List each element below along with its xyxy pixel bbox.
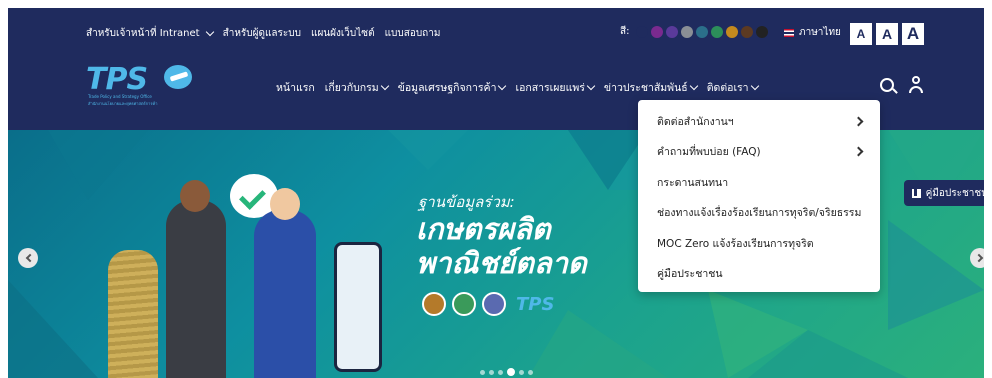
sitemap-link[interactable]: แผนผังเว็บไซต์ [311,26,375,41]
carousel-dot[interactable] [480,369,485,375]
chevron-right-icon [974,253,983,263]
sitemap-link-label: แผนผังเว็บไซต์ [311,28,375,39]
color-swatch[interactable] [711,25,724,38]
menu-item-label: ติดต่อสำนักงานฯ [657,115,734,128]
menu-item-label: กระดานสนทนา [657,176,729,189]
color-swatch[interactable] [651,25,664,38]
nav-item-label: ข้อมูลเศรษฐกิจการค้า [397,82,497,94]
tpso-logo[interactable]: TPS Trade Policy and Strategy Office สำน… [84,62,212,112]
businessman-head [270,188,300,220]
user-icon-body [909,86,923,93]
user-icon[interactable] [908,76,924,94]
color-swatch[interactable] [741,25,754,38]
page: สำหรับเจ้าหน้าที่ Intranet สำหรับผู้ดูแล… [8,8,984,378]
chevron-down-icon [750,81,759,91]
chevron-down-icon [498,81,507,91]
chevron-right-icon [853,146,864,157]
intranet-link-label: สำหรับเจ้าหน้าที่ Intranet [86,28,200,39]
logo-thai-name: สำนักงานนโยบายและยุทธศาสตร์การค้า [88,101,158,106]
survey-link[interactable]: แบบสอบถาม [385,26,441,41]
color-label: สี: [620,26,630,37]
nav-item-label: หน้าแรก [276,82,315,94]
color-swatch[interactable] [666,25,679,38]
font-size-large-button[interactable]: A [902,23,924,45]
color-swatch[interactable] [636,25,649,38]
nav-item-news[interactable]: ข่าวประชาสัมพันธ์ [603,79,698,96]
intranet-link[interactable]: สำหรับเจ้าหน้าที่ Intranet [86,26,214,41]
seal-logo [482,292,506,316]
survey-link-label: แบบสอบถาม [384,28,441,39]
menu-item-faq[interactable]: คำถามที่พบบ่อย (FAQ) [638,137,880,168]
menu-item-label: MOC Zero แจ้งร้องเรียนการทุจริต [657,237,814,250]
farmer-figure [166,200,226,378]
search-icon[interactable] [880,78,894,92]
chevron-left-icon [25,253,34,263]
carousel-dot[interactable] [507,368,515,376]
contact-dropdown-menu: ติดต่อสำนักงานฯ คำถามที่พบบ่อย (FAQ) กระ… [638,100,880,292]
menu-item-complaint-channel[interactable]: ช่องทางแจ้งเรื่องร้องเรียนการทุจริต/จริย… [638,198,880,229]
chevron-down-icon [586,81,596,91]
menu-item-label: คำถามที่พบบ่อย (FAQ) [657,146,761,159]
carousel-prev-button[interactable] [18,248,38,268]
logo-english-name: Trade Policy and Strategy Office [88,94,152,99]
font-size-small-button[interactable]: A [850,23,872,45]
admin-link[interactable]: สำหรับผู้ดูแลระบบ [223,26,301,41]
phone-illustration [334,242,382,372]
menu-item-citizen-manual[interactable]: คู่มือประชาชน [638,259,880,290]
color-theme-picker: สี: [620,24,769,39]
carousel-dot[interactable] [519,369,524,375]
carousel-indicators [480,368,533,376]
main-navigation: หน้าแรก เกี่ยวกับกรม ข้อมูลเศรษฐกิจการค้… [276,79,759,96]
font-size-medium-button[interactable]: A [876,23,898,45]
chevron-down-icon [380,81,389,91]
logo-wordmark: TPS [86,62,148,97]
color-swatch[interactable] [756,25,769,38]
chevron-down-icon [689,81,698,91]
hero-title-line2: พาณิชย์ตลาด [416,246,587,280]
businessman-figure [254,210,316,378]
partner-seals: TPS [422,292,554,316]
menu-item-contact-office[interactable]: ติดต่อสำนักงานฯ [638,106,880,137]
logo-emblem-icon [164,65,192,89]
seal-logo [452,292,476,316]
utility-bar: สำหรับเจ้าหน้าที่ Intranet สำหรับผู้ดูแล… [8,8,984,56]
book-icon [912,188,921,198]
chevron-right-icon [853,116,864,127]
hero-tpso-logo: TPS [516,293,555,315]
nav-item-publications[interactable]: เอกสารเผยแพร่ [515,79,596,96]
nav-item-label: ติดต่อเรา [706,82,749,94]
nav-item-contact[interactable]: ติดต่อเรา [706,79,759,96]
color-swatch[interactable] [726,25,739,38]
color-swatch[interactable] [681,25,694,38]
seal-logo [422,292,446,316]
nav-item-label: ข่าวประชาสัมพันธ์ [603,82,688,94]
thai-flag-icon [784,28,794,37]
chevron-down-icon [205,27,214,37]
utility-links: สำหรับเจ้าหน้าที่ Intranet สำหรับผู้ดูแล… [86,26,440,41]
language-switcher[interactable]: ภาษาไทย [784,25,841,40]
nav-item-about[interactable]: เกี่ยวกับกรม [324,79,389,96]
menu-item-label: ช่องทางแจ้งเรื่องร้องเรียนการทุจริต/จริย… [657,207,862,220]
language-label: ภาษาไทย [799,27,841,38]
color-swatch[interactable] [696,25,709,38]
citizen-manual-label: คู่มือประชาชน [925,187,984,199]
nav-item-label: เกี่ยวกับกรม [324,82,379,94]
menu-item-label: คู่มือประชาชน [657,268,723,281]
handshake-illustration [158,180,328,378]
farmer-head [180,180,210,212]
carousel-dot[interactable] [489,369,494,375]
wheat-illustration [108,250,158,378]
font-size-controls: A A A [850,23,924,45]
menu-item-moc-zero[interactable]: MOC Zero แจ้งร้องเรียนการทุจริต [638,228,880,259]
admin-link-label: สำหรับผู้ดูแลระบบ [222,28,301,39]
citizen-manual-button[interactable]: คู่มือประชาชน [904,180,984,206]
nav-item-trade-data[interactable]: ข้อมูลเศรษฐกิจการค้า [397,79,507,96]
carousel-dot[interactable] [528,369,533,375]
carousel-dot[interactable] [498,369,503,375]
nav-item-home[interactable]: หน้าแรก [276,79,315,96]
menu-item-webboard[interactable]: กระดานสนทนา [638,167,880,198]
nav-item-label: เอกสารเผยแพร่ [515,82,585,94]
carousel-next-button[interactable] [970,248,984,268]
user-icon-head [912,76,920,84]
